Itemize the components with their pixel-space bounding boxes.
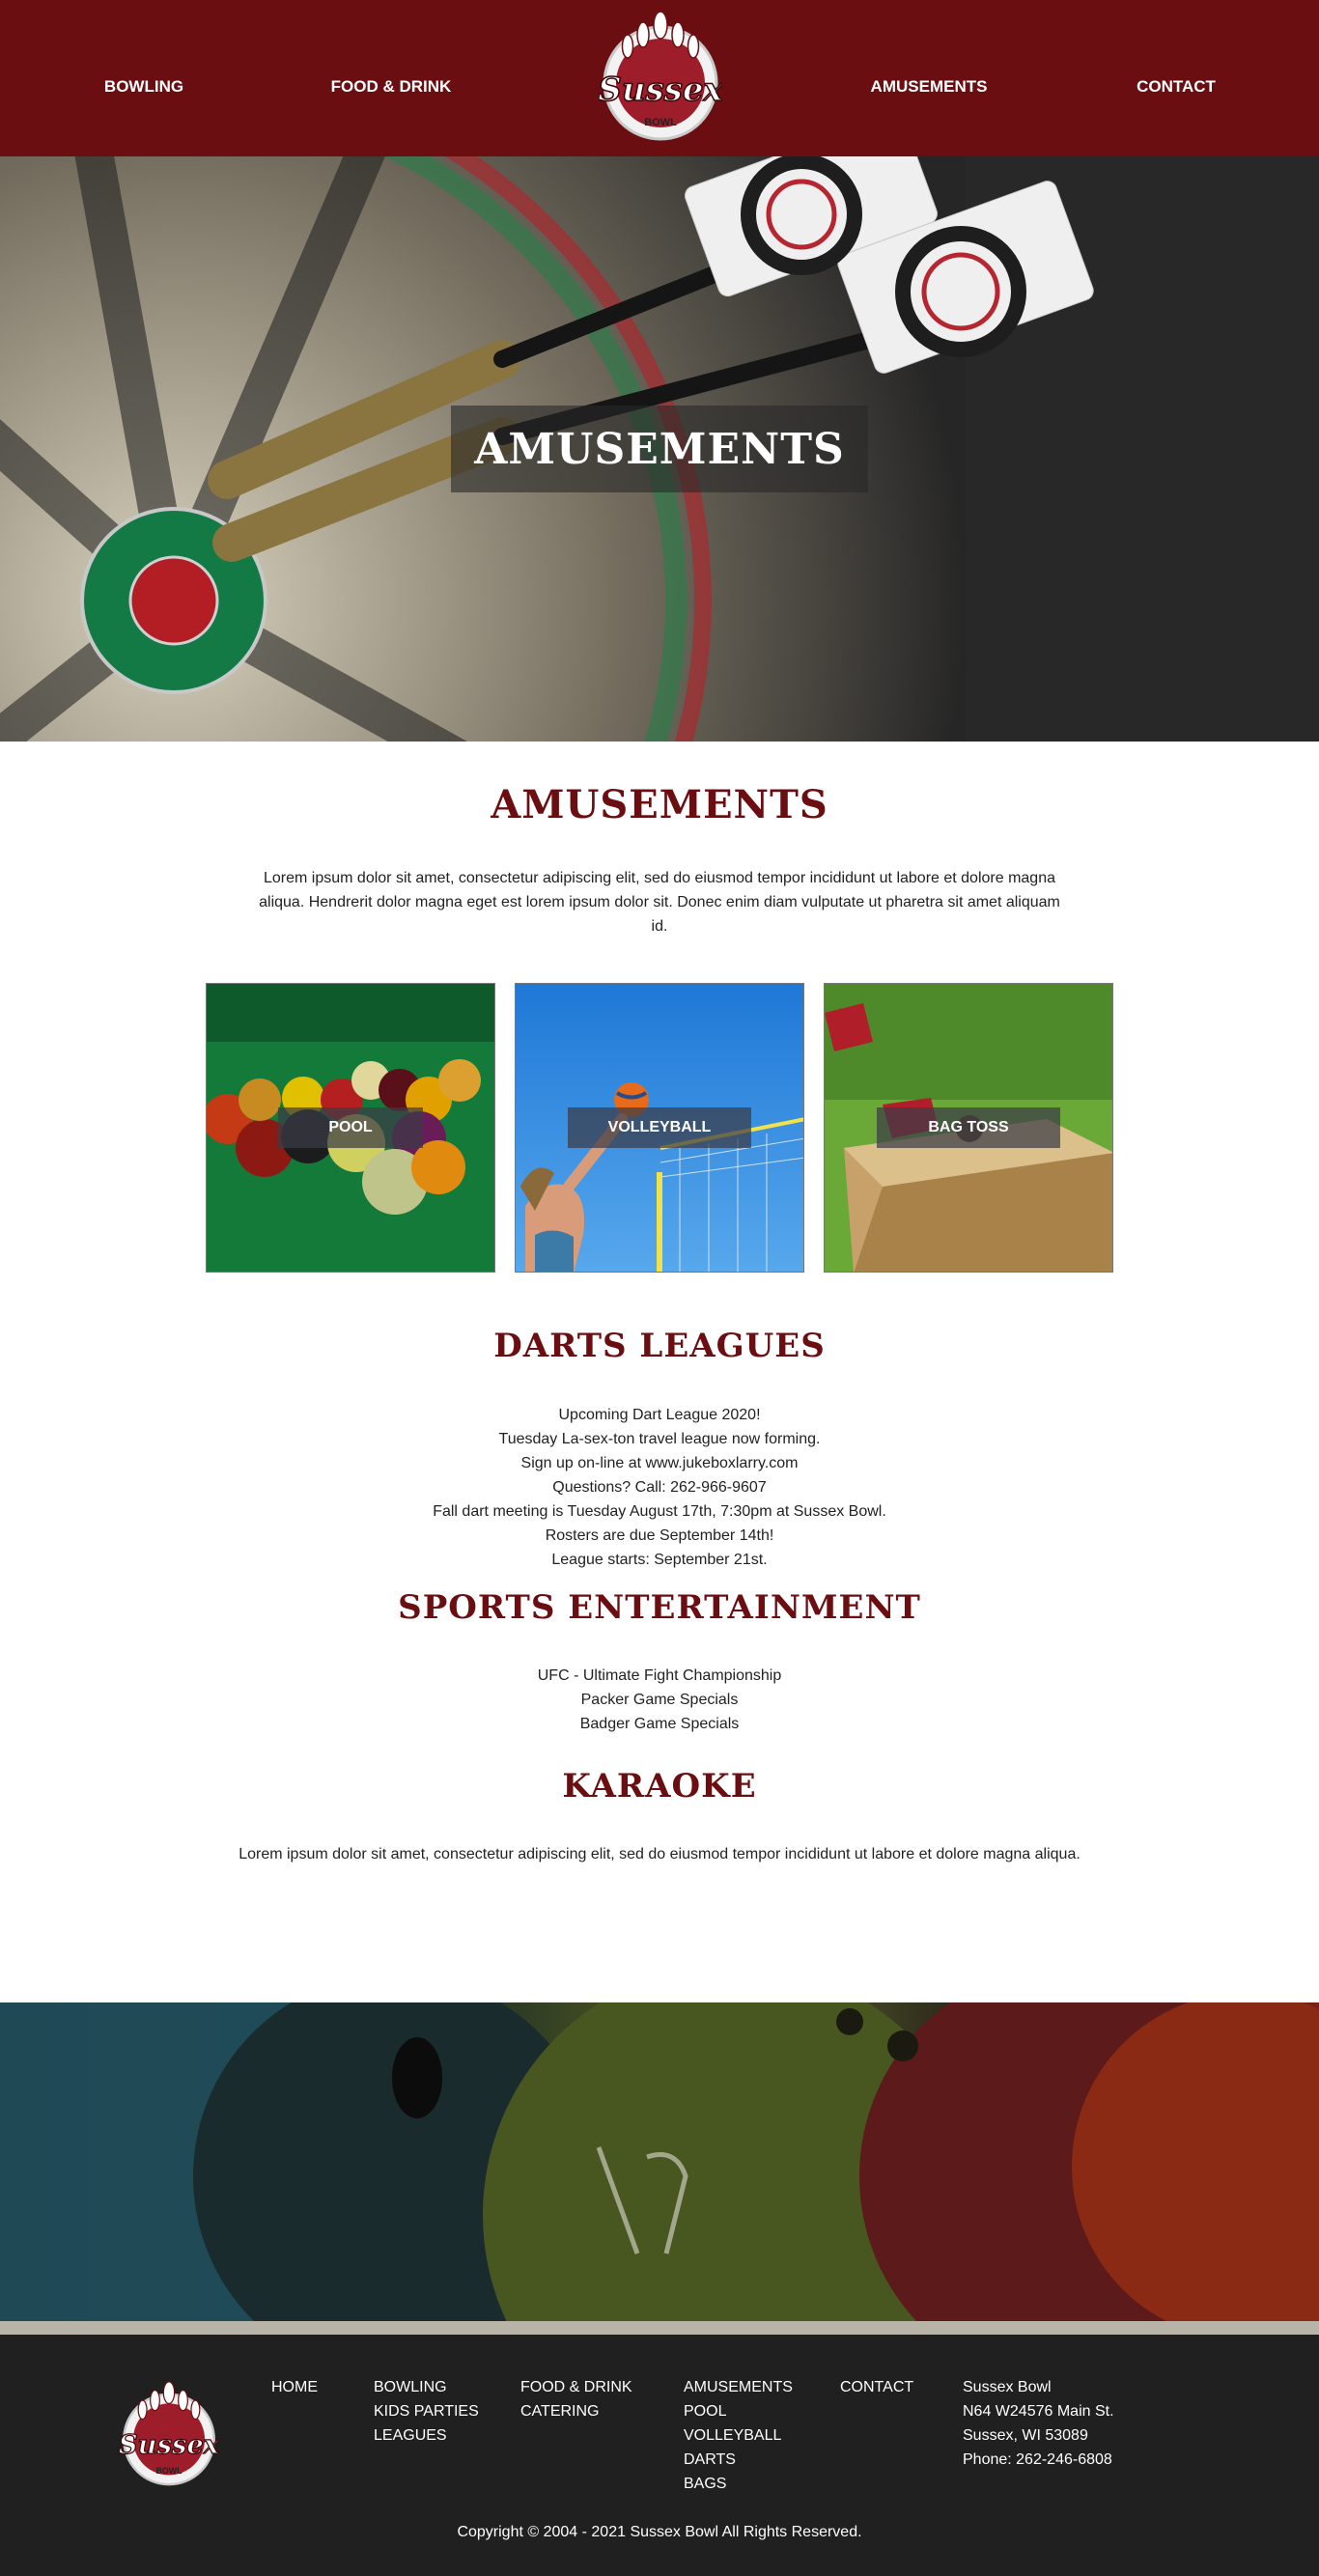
darts-heading: DARTS LEAGUES [493,1327,826,1365]
hero-title-box: AMUSEMENTS [451,406,868,492]
footer-link-darts[interactable]: DARTS [684,2448,793,2472]
address-phone: Phone: 262-246-6808 [963,2451,1112,2468]
darts-line: Fall dart meeting is Tuesday August 17th… [433,1503,886,1520]
hero-title: AMUSEMENTS [474,424,845,474]
sussex-bowl-logo[interactable]: Sussex BOWL [599,6,722,145]
sports-info: UFC - Ultimate Fight Championship Packer… [0,1664,1319,1736]
footer-col-amusements: AMUSEMENTS POOL VOLLEYBALL DARTS BAGS [684,2375,793,2496]
logo-name: Sussex [599,70,722,109]
footer-link-contact[interactable]: CONTACT [840,2375,913,2399]
footer-link-pool[interactable]: POOL [684,2399,793,2423]
nav-contact[interactable]: CONTACT [1080,77,1273,97]
tile-pool-label: POOL [278,1107,423,1148]
footer-link-amusements[interactable]: AMUSEMENTS [684,2375,793,2399]
amusements-intro-text: Lorem ipsum dolor sit amet, consectetur … [259,870,1060,935]
footer-link-bags[interactable]: BAGS [684,2472,793,2496]
darts-line: Sign up on-line at www.jukeboxlarry.com [520,1455,799,1471]
footer-link-volleyball[interactable]: VOLLEYBALL [684,2423,793,2448]
darts-line: Upcoming Dart League 2020! [558,1407,761,1423]
darts-info: Upcoming Dart League 2020! Tuesday La-se… [0,1403,1319,1572]
hero-banner: AMUSEMENTS [0,156,1319,742]
site-header: BOWLING FOOD & DRINK Sussex BOWL AMUSEME… [0,0,1319,156]
site-footer: Sussex BOWL HOME BOWLING KIDS PARTIES LE… [0,2335,1319,2576]
page: BOWLING FOOD & DRINK Sussex BOWL AMUSEME… [0,0,1319,2576]
karaoke-text: Lorem ipsum dolor sit amet, consectetur … [239,1846,1080,1862]
bowling-balls-image [0,2002,1319,2335]
footer-link-home[interactable]: HOME [271,2375,318,2399]
bowling-balls-banner [0,2002,1319,2335]
nav-amusements[interactable]: AMUSEMENTS [832,77,1025,97]
darts-line: League starts: September 21st. [551,1552,768,1568]
sports-heading: SPORTS ENTERTAINMENT [398,1588,921,1627]
sports-line: UFC - Ultimate Fight Championship [537,1667,782,1684]
footer-link-leagues[interactable]: LEAGUES [374,2423,479,2448]
tile-volleyball[interactable]: VOLLEYBALL [515,983,804,1273]
footer-logo-sub: BOWL [155,2466,182,2476]
copyright: Copyright © 2004 - 2021 Sussex Bowl All … [457,2524,862,2540]
logo-sub: BOWL [644,117,677,128]
sports-line: Packer Game Specials [580,1692,739,1708]
footer-link-food-drink[interactable]: FOOD & DRINK [520,2375,632,2399]
darts-line: Tuesday La-sex-ton travel league now for… [498,1431,821,1447]
tile-volleyball-label: VOLLEYBALL [568,1107,751,1148]
footer-logo[interactable]: Sussex BOWL [119,2377,219,2489]
footer-col-contact: CONTACT [840,2375,913,2399]
tile-pool[interactable]: POOL [206,983,495,1273]
address-city: Sussex, WI 53089 [963,2427,1088,2444]
footer-link-bowling[interactable]: BOWLING [374,2375,479,2399]
darts-line: Questions? Call: 262-966-9607 [552,1479,767,1496]
nav-food-drink[interactable]: FOOD & DRINK [295,77,488,97]
footer-logo-name: Sussex [119,2429,219,2460]
tile-bag-toss-label: BAG TOSS [877,1107,1060,1148]
address-name: Sussex Bowl [963,2379,1052,2395]
address-street: N64 W24576 Main St. [963,2403,1114,2420]
nav-bowling[interactable]: BOWLING [47,77,240,97]
tile-bag-toss[interactable]: BAG TOSS [824,983,1113,1273]
footer-col-food: FOOD & DRINK CATERING [520,2375,632,2423]
footer-link-catering[interactable]: CATERING [520,2399,632,2423]
darts-line: Rosters are due September 14th! [545,1527,774,1544]
footer-link-kids-parties[interactable]: KIDS PARTIES [374,2399,479,2423]
footer-col-bowling: BOWLING KIDS PARTIES LEAGUES [374,2375,479,2448]
sports-line: Badger Game Specials [579,1716,740,1732]
footer-address: Sussex Bowl N64 W24576 Main St. Sussex, … [963,2375,1114,2472]
amusements-heading: AMUSEMENTS [491,782,828,827]
karaoke-heading: KARAOKE [562,1767,757,1806]
footer-col-home: HOME [271,2375,318,2399]
